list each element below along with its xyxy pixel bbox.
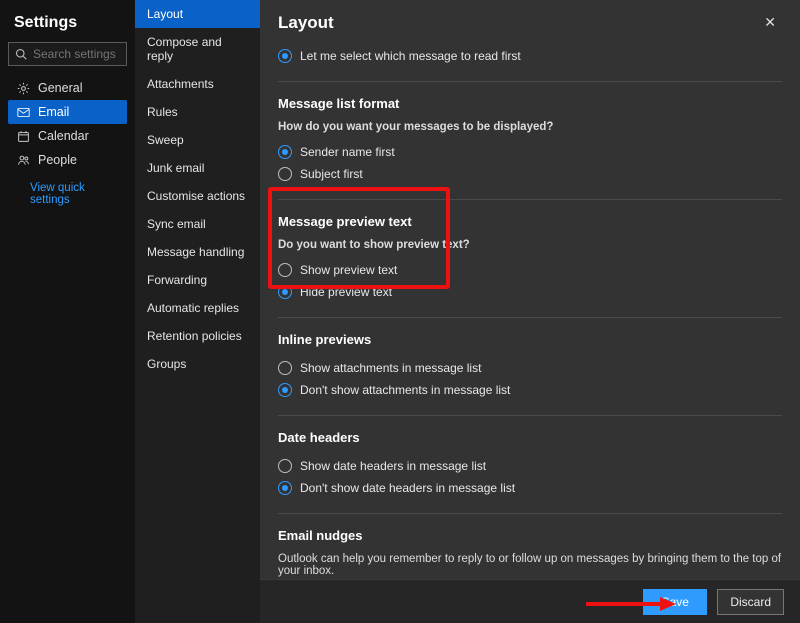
discard-button[interactable]: Discard <box>717 589 784 615</box>
radio-subject-first[interactable]: Subject first <box>278 163 782 185</box>
section-inline-previews: Inline previews Show attachments in mess… <box>278 317 782 415</box>
section-email-nudges: Email nudges Outlook can help you rememb… <box>278 513 782 579</box>
section-title: Inline previews <box>278 332 782 347</box>
subnav-item-sweep[interactable]: Sweep <box>135 126 260 154</box>
radio-select-message-to-read[interactable]: Let me select which message to read firs… <box>278 45 782 67</box>
radio-icon <box>278 383 292 397</box>
search-box[interactable] <box>8 42 127 66</box>
section-desc: Do you want to show preview text? <box>278 239 782 251</box>
subnav-item-retention-policies[interactable]: Retention policies <box>135 322 260 350</box>
content-panel: Layout ✕ Let me select which message to … <box>260 0 800 623</box>
calendar-icon <box>16 130 30 143</box>
section-date-headers: Date headers Show date headers in messag… <box>278 415 782 513</box>
subnav-item-message-handling[interactable]: Message handling <box>135 238 260 266</box>
subnav-item-groups[interactable]: Groups <box>135 350 260 378</box>
gear-icon <box>16 82 30 95</box>
mail-icon <box>16 106 30 119</box>
radio-hide-preview-text[interactable]: Hide preview text <box>278 281 782 303</box>
radio-icon <box>278 481 292 495</box>
radio-show-date-headers[interactable]: Show date headers in message list <box>278 455 782 477</box>
radio-icon <box>278 145 292 159</box>
section-title: Date headers <box>278 430 782 445</box>
close-icon: ✕ <box>764 14 776 30</box>
radio-icon <box>278 167 292 181</box>
section-message-preview-text: Message preview text Do you want to show… <box>278 199 782 317</box>
people-icon <box>16 154 30 167</box>
primary-sidebar: Settings General Email Calendar <box>0 0 135 623</box>
radio-label: Show date headers in message list <box>300 459 486 473</box>
sidebar-item-label: General <box>38 81 82 95</box>
sidebar-item-people[interactable]: People <box>8 148 127 172</box>
radio-label: Hide preview text <box>300 285 392 299</box>
subnav-item-rules[interactable]: Rules <box>135 98 260 126</box>
radio-dont-show-date-headers[interactable]: Don't show date headers in message list <box>278 477 782 499</box>
sidebar-item-label: Calendar <box>38 129 89 143</box>
section-message-list-format: Message list format How do you want your… <box>278 81 782 199</box>
panel-header: Layout ✕ <box>260 0 800 41</box>
search-icon <box>15 48 27 60</box>
radio-label: Show preview text <box>300 263 397 277</box>
radio-label: Sender name first <box>300 145 395 159</box>
radio-label: Subject first <box>300 167 363 181</box>
subnav-item-layout[interactable]: Layout <box>135 0 260 28</box>
radio-icon <box>278 459 292 473</box>
sidebar-item-general[interactable]: General <box>8 76 127 100</box>
radio-icon <box>278 285 292 299</box>
section-title: Email nudges <box>278 528 782 543</box>
radio-label: Don't show date headers in message list <box>300 481 515 495</box>
section-title: Message preview text <box>278 214 782 229</box>
radio-icon <box>278 263 292 277</box>
radio-icon <box>278 49 292 63</box>
subnav-item-customise-actions[interactable]: Customise actions <box>135 182 260 210</box>
radio-label: Don't show attachments in message list <box>300 383 510 397</box>
radio-sender-name-first[interactable]: Sender name first <box>278 141 782 163</box>
close-button[interactable]: ✕ <box>758 10 782 35</box>
search-input[interactable] <box>33 47 120 61</box>
secondary-sidebar: Layout Compose and reply Attachments Rul… <box>135 0 260 623</box>
section-top: Let me select which message to read firs… <box>278 41 782 81</box>
panel-title: Layout <box>278 13 334 33</box>
subnav-item-junk-email[interactable]: Junk email <box>135 154 260 182</box>
sidebar-item-label: People <box>38 153 77 167</box>
sidebar-item-calendar[interactable]: Calendar <box>8 124 127 148</box>
settings-window: Settings General Email Calendar <box>0 0 800 623</box>
section-desc: How do you want your messages to be disp… <box>278 121 782 133</box>
radio-dont-show-attachments[interactable]: Don't show attachments in message list <box>278 379 782 401</box>
subnav-item-sync-email[interactable]: Sync email <box>135 210 260 238</box>
subnav-item-forwarding[interactable]: Forwarding <box>135 266 260 294</box>
sidebar-item-email[interactable]: Email <box>8 100 127 124</box>
radio-icon <box>278 361 292 375</box>
section-desc: Outlook can help you remember to reply t… <box>278 553 782 577</box>
settings-title: Settings <box>14 14 121 32</box>
subnav-item-automatic-replies[interactable]: Automatic replies <box>135 294 260 322</box>
view-quick-settings-link[interactable]: View quick settings <box>8 172 127 206</box>
sidebar-item-label: Email <box>38 105 69 119</box>
subnav-item-compose[interactable]: Compose and reply <box>135 28 260 70</box>
radio-show-attachments[interactable]: Show attachments in message list <box>278 357 782 379</box>
save-button[interactable]: Save <box>643 589 707 615</box>
panel-body: Let me select which message to read firs… <box>260 41 800 579</box>
section-title: Message list format <box>278 96 782 111</box>
radio-show-preview-text[interactable]: Show preview text <box>278 259 782 281</box>
radio-label: Show attachments in message list <box>300 361 481 375</box>
radio-label: Let me select which message to read firs… <box>300 49 521 63</box>
panel-footer: Save Discard <box>260 579 800 623</box>
subnav-item-attachments[interactable]: Attachments <box>135 70 260 98</box>
